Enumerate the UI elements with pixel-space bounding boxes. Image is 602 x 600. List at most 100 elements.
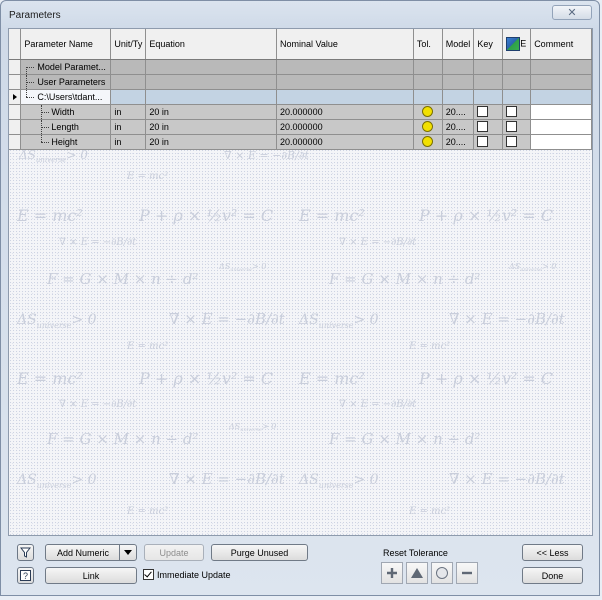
row-indicator xyxy=(9,104,22,120)
wallpaper-formula: ΔSuniverse> 0 xyxy=(298,312,379,330)
comment-cell[interactable] xyxy=(530,134,592,150)
add-numeric-label: Add Numeric xyxy=(57,547,110,558)
nominal-value-cell[interactable]: 20.000000 xyxy=(276,119,414,135)
export-cell[interactable] xyxy=(502,104,532,120)
comment-cell[interactable] xyxy=(530,119,592,135)
filter-button[interactable] xyxy=(17,544,34,561)
equation-cell[interactable]: 20 in xyxy=(145,104,278,120)
done-button[interactable]: Done xyxy=(522,567,583,584)
reset-tolerance-median-button[interactable] xyxy=(406,562,428,584)
model-value-cell: 20.... xyxy=(442,119,475,135)
comment-cell[interactable] xyxy=(530,104,592,120)
parameter-name-cell[interactable]: Width xyxy=(20,104,112,120)
immediate-update-option[interactable]: Immediate Update xyxy=(143,569,231,580)
tolerance-cell[interactable] xyxy=(413,134,443,150)
update-button[interactable]: Update xyxy=(144,544,204,561)
reset-tolerance-lower-button[interactable] xyxy=(456,562,478,584)
wallpaper-formula: ΔSuniverse> 0 xyxy=(18,149,88,164)
header-export-label: E xyxy=(520,38,527,49)
header-unit-type[interactable]: Unit/Ty xyxy=(110,29,147,60)
header-key[interactable]: Key xyxy=(473,29,504,60)
row-indicator xyxy=(9,134,22,150)
tolerance-cell[interactable] xyxy=(413,119,443,135)
empty-cell xyxy=(473,59,504,75)
wallpaper-formula: ∇ × E = −∂B/∂t xyxy=(224,149,310,162)
add-numeric-button[interactable]: Add Numeric xyxy=(45,544,137,561)
equation-cell[interactable]: 20 in xyxy=(145,134,278,150)
close-icon: ✕ xyxy=(567,7,577,19)
circle-icon xyxy=(436,567,448,579)
tree-cell[interactable]: C:\Users\tdant... xyxy=(20,89,112,105)
nominal-value-cell[interactable]: 20.000000 xyxy=(276,134,414,150)
nominal-value-cell[interactable]: 20.000000 xyxy=(276,104,414,120)
empty-cell xyxy=(413,89,443,105)
group-row-user-parameters[interactable]: User Parameters xyxy=(9,74,592,90)
triangle-icon xyxy=(411,568,423,578)
empty-cell xyxy=(473,89,504,105)
table-row[interactable]: Length in 20 in 20.000000 20.... xyxy=(9,119,592,135)
add-numeric-dropdown[interactable] xyxy=(119,545,136,560)
wallpaper-formula: P + ρ × ½v² = C xyxy=(418,369,553,388)
tree-cell[interactable]: User Parameters xyxy=(20,74,112,90)
parameter-name-cell[interactable]: Height xyxy=(20,134,112,150)
link-button[interactable]: Link xyxy=(45,567,137,584)
model-value-cell: 20.... xyxy=(442,134,475,150)
wallpaper-formula: P + ρ × ½v² = C xyxy=(138,369,273,388)
empty-cell xyxy=(110,74,147,90)
export-checkbox[interactable] xyxy=(506,136,518,148)
reset-tolerance-label: Reset Tolerance xyxy=(383,548,448,558)
reset-tolerance-upper-button[interactable] xyxy=(381,562,403,584)
export-cell[interactable] xyxy=(502,119,532,135)
header-nominal-value[interactable]: Nominal Value xyxy=(276,29,414,60)
purge-unused-button[interactable]: Purge Unused xyxy=(211,544,308,561)
table-row[interactable]: Width in 20 in 20.000000 20.... xyxy=(9,104,592,120)
parameter-name-cell[interactable]: Length xyxy=(20,119,112,135)
key-cell[interactable] xyxy=(473,119,504,135)
header-tolerance[interactable]: Tol. xyxy=(413,29,443,60)
empty-cell xyxy=(145,89,278,105)
reset-tolerance-nominal-button[interactable] xyxy=(431,562,453,584)
key-checkbox[interactable] xyxy=(477,136,489,148)
header-model-value[interactable]: Model xyxy=(442,29,475,60)
wallpaper-formula: E = mc² xyxy=(408,506,450,517)
close-button[interactable]: ✕ xyxy=(552,5,592,20)
export-checkbox[interactable] xyxy=(506,106,518,118)
tolerance-circle-icon xyxy=(422,106,434,118)
filter-icon xyxy=(20,547,31,558)
unit-cell[interactable]: in xyxy=(110,104,147,120)
header-parameter-name[interactable]: Parameter Name xyxy=(20,29,112,60)
key-checkbox[interactable] xyxy=(477,121,489,133)
equation-cell[interactable]: 20 in xyxy=(145,119,278,135)
key-cell[interactable] xyxy=(473,104,504,120)
export-cell[interactable] xyxy=(502,134,532,150)
export-checkbox[interactable] xyxy=(506,121,518,133)
empty-cell xyxy=(502,59,532,75)
tolerance-cell[interactable] xyxy=(413,104,443,120)
empty-cell xyxy=(442,74,475,90)
immediate-update-checkbox[interactable] xyxy=(143,569,154,580)
header-equation[interactable]: Equation xyxy=(145,29,278,60)
group-row-file[interactable]: C:\Users\tdant... xyxy=(9,89,592,105)
wallpaper-formula: P + ρ × ½v² = C xyxy=(418,206,553,225)
header-export[interactable]: E xyxy=(502,29,532,60)
help-button[interactable]: ? xyxy=(17,567,34,584)
wallpaper-formula: E = mc² xyxy=(16,206,83,225)
key-checkbox[interactable] xyxy=(477,106,489,118)
key-cell[interactable] xyxy=(473,134,504,150)
wallpaper-formula: ΔSuniverse> 0 xyxy=(298,472,379,490)
unit-cell[interactable]: in xyxy=(110,119,147,135)
parameters-grid-area: ΔSuniverse> 0 E = mc² ∇ × E = −∂B/∂t E =… xyxy=(8,28,593,536)
table-row[interactable]: Height in 20 in 20.000000 20.... xyxy=(9,134,592,150)
unit-cell[interactable]: in xyxy=(110,134,147,150)
less-button[interactable]: << Less xyxy=(522,544,583,561)
model-value-cell: 20.... xyxy=(442,104,475,120)
empty-cell xyxy=(530,74,592,90)
row-indicator xyxy=(9,89,22,105)
current-row-arrow-icon xyxy=(12,93,17,100)
wallpaper-formula: F = G × M × n ÷ d² xyxy=(46,270,198,288)
header-comment[interactable]: Comment xyxy=(530,29,592,60)
wallpaper-formula: F = G × M × n ÷ d² xyxy=(328,270,480,288)
tree-cell[interactable]: Model Paramet... xyxy=(20,59,112,75)
wallpaper-formula: ΔSuniverse> 0 xyxy=(508,262,556,273)
group-row-model-parameters[interactable]: Model Paramet... xyxy=(9,59,592,75)
